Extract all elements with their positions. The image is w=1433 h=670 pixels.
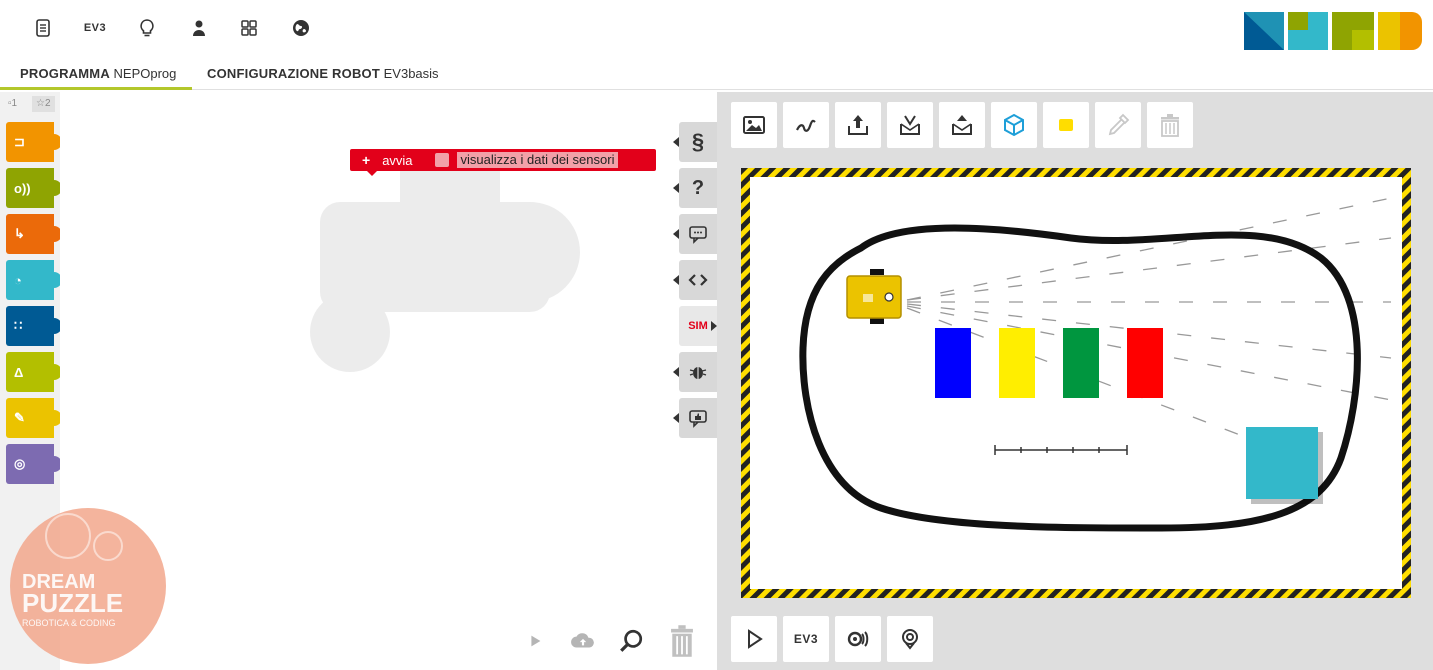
play-icon (748, 629, 763, 649)
green-area[interactable] (1063, 328, 1099, 398)
nepo-logo (1244, 12, 1422, 50)
help-symbol: ? (691, 176, 705, 199)
start-block-plus[interactable]: + (362, 152, 370, 168)
category-control[interactable]: ↳ (6, 214, 62, 254)
red-area[interactable] (1127, 328, 1163, 398)
trail-button[interactable] (783, 102, 829, 148)
color-picker-button[interactable] (1095, 102, 1141, 148)
tab-program[interactable]: PROGRAMMA NEPOprog (0, 66, 192, 90)
robot[interactable] (846, 269, 902, 324)
code-brackets-icon (688, 274, 708, 286)
category-logic[interactable]: ◔ (6, 260, 62, 300)
start-block[interactable]: + avvia visualizza i dati dei sensori (350, 149, 656, 171)
export-icon (952, 115, 972, 135)
ev3-label: EV3 (83, 22, 107, 34)
sensor-values-button[interactable] (835, 616, 881, 662)
comment-icon (689, 226, 707, 244)
reset-pose-button[interactable] (887, 616, 933, 662)
category-messages[interactable]: ◎ (6, 444, 62, 484)
tab-bar: PROGRAMMA NEPOprog CONFIGURAZIONE ROBOT … (0, 62, 1433, 90)
tab-program-title: PROGRAMMA (20, 66, 110, 81)
trash-icon[interactable] (664, 625, 700, 657)
cloud-upload-icon[interactable] (568, 626, 598, 656)
robot-watermark (310, 162, 580, 372)
show-sensor-data-checkbox[interactable] (434, 153, 449, 167)
badge-line-2: PUZZLE (22, 588, 123, 618)
image-icon (743, 116, 765, 134)
run-simulation-button[interactable] (731, 616, 777, 662)
sensor-icon (847, 631, 869, 647)
download-button[interactable] (887, 102, 933, 148)
program-icon[interactable] (30, 14, 56, 42)
curve-icon (796, 119, 816, 132)
pipette-icon (1108, 113, 1130, 136)
source-code-tab[interactable] (673, 260, 717, 300)
show-sensor-data-label: visualizza i dati dei sensori (456, 152, 619, 168)
ev3-icon[interactable]: EV3 (80, 14, 110, 42)
background-image-button[interactable] (731, 102, 777, 148)
info-tab[interactable] (673, 214, 717, 254)
lightbulb-icon[interactable] (134, 14, 160, 42)
category-action[interactable]: ⊐ (6, 122, 62, 162)
simulation-tab[interactable]: SIM (679, 306, 717, 346)
gallery-icon[interactable] (236, 14, 262, 42)
zoom-icon[interactable] (616, 626, 646, 656)
upload-icon (848, 115, 868, 135)
delete-object-button[interactable] (1147, 102, 1193, 148)
top-bar: EV3 (0, 0, 1433, 62)
sim-label: SIM (688, 320, 708, 332)
workspace-controls (520, 618, 710, 662)
debug-tab[interactable] (673, 352, 717, 392)
user-icon[interactable] (186, 14, 212, 42)
yellow-square-icon (1059, 119, 1073, 131)
globe-icon[interactable] (288, 14, 314, 42)
play-icon[interactable] (520, 626, 550, 656)
thumbs-up-chat-icon (689, 410, 707, 428)
simulation-field[interactable] (741, 168, 1411, 598)
add-color-area-button[interactable] (1043, 102, 1089, 148)
badge-line-3: ROBOTICA & CODING (22, 618, 116, 628)
tab-robot-title: CONFIGURAZIONE ROBOT (207, 66, 380, 81)
category-sensors[interactable]: o)) (6, 168, 62, 208)
level-2-button[interactable]: ☆2 (32, 96, 55, 112)
dream-puzzle-badge: DREAM PUZZLE ROBOTICA & CODING (10, 508, 166, 664)
feedback-tab[interactable] (673, 398, 717, 438)
export-button[interactable] (939, 102, 985, 148)
blue-area[interactable] (935, 328, 971, 398)
ev3-sim-label: EV3 (793, 632, 819, 646)
cube-icon (1004, 113, 1024, 137)
tab-robot-name: EV3basis (383, 66, 439, 81)
code-symbol: § (691, 129, 705, 154)
level-selector: ▫1 ☆2 (0, 92, 60, 114)
add-obstacle-button[interactable] (991, 102, 1037, 148)
upload-button[interactable] (835, 102, 881, 148)
category-math[interactable]: ∷ (6, 306, 62, 346)
bug-icon (689, 367, 707, 379)
yellow-area[interactable] (999, 328, 1035, 398)
location-pin-icon (902, 629, 918, 650)
help-tab[interactable]: ? (673, 168, 717, 208)
start-block-label: avvia (382, 152, 413, 168)
level-1-button[interactable]: ▫1 (8, 96, 17, 112)
category-colour[interactable]: ✎ (6, 398, 62, 438)
tab-program-name: NEPOprog (113, 66, 177, 81)
simulation-panel: EV3 (717, 92, 1433, 670)
obstacle[interactable] (1246, 427, 1318, 499)
tab-robot-configuration[interactable]: CONFIGURAZIONE ROBOT EV3basis (207, 66, 439, 90)
code-tab[interactable]: § (673, 122, 717, 162)
download-icon (900, 115, 920, 135)
robot-view-button[interactable]: EV3 (783, 616, 829, 662)
category-text[interactable]: Δ (6, 352, 62, 392)
start-block-connector (366, 170, 378, 176)
trash-icon (1161, 114, 1179, 137)
